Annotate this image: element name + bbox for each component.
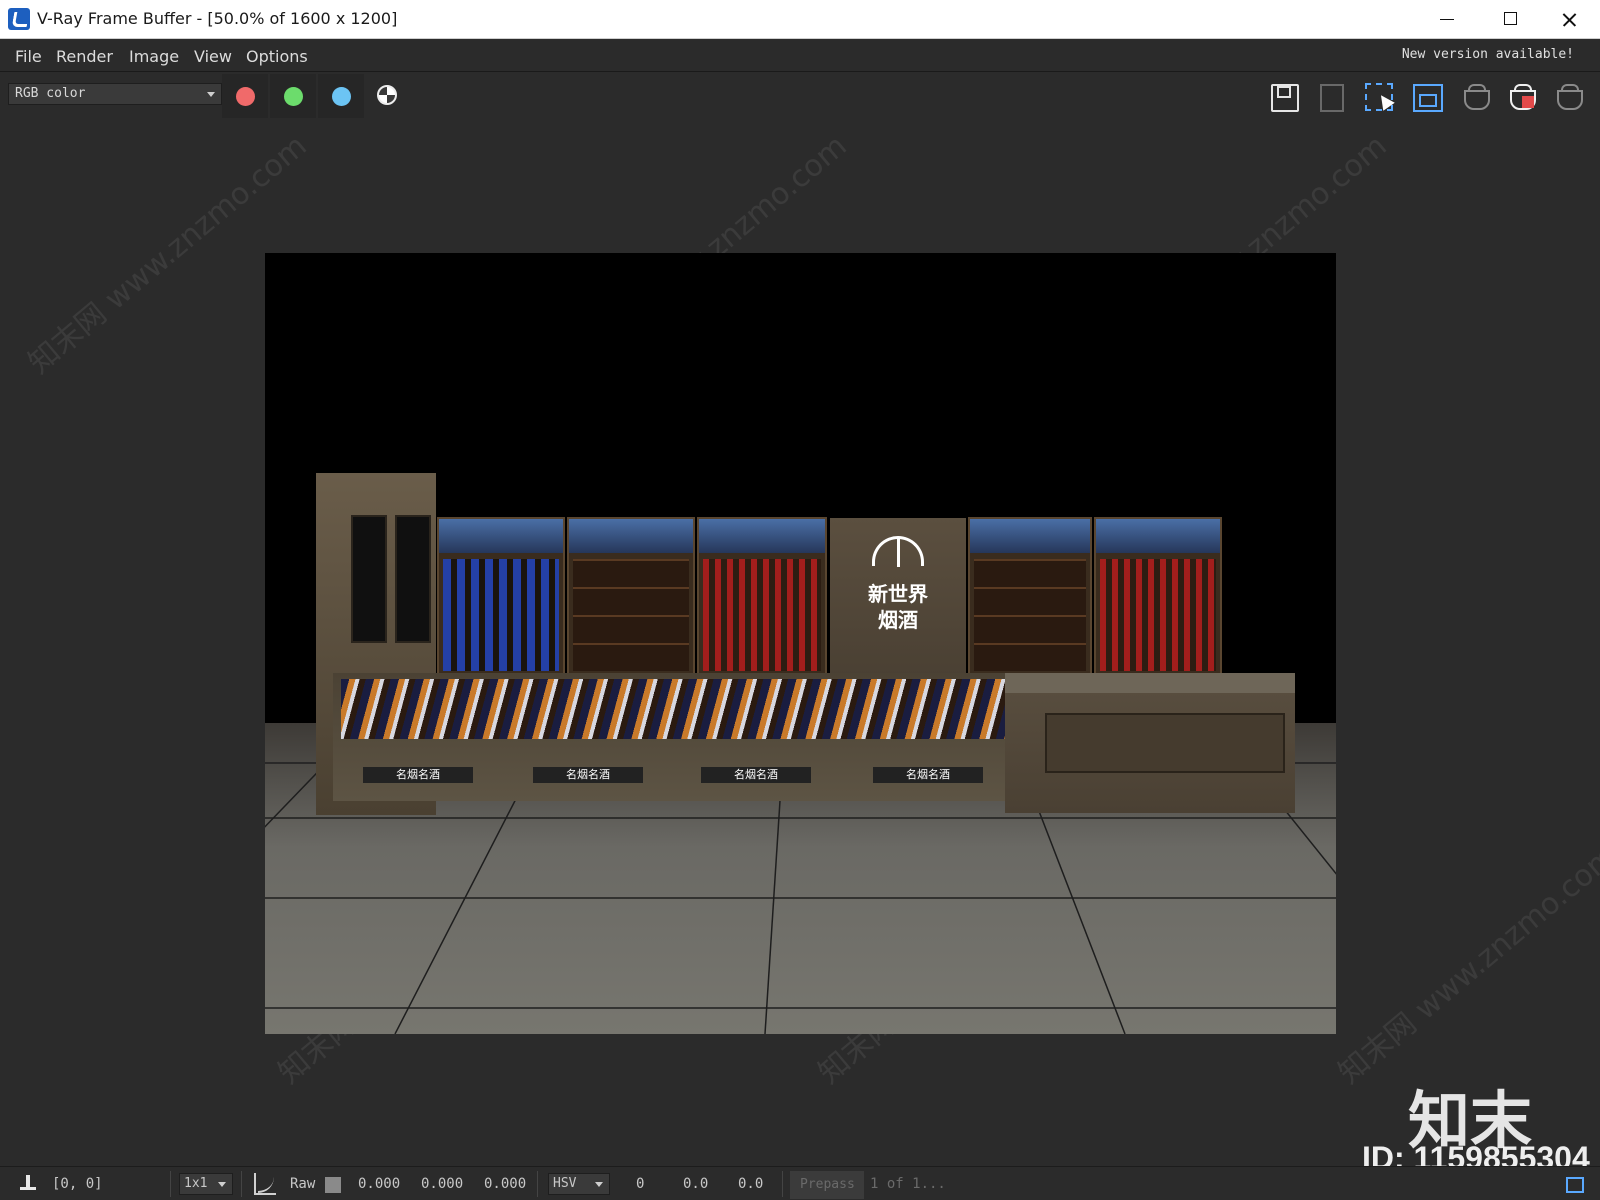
log-icon[interactable] xyxy=(1566,1177,1584,1193)
minimize-button[interactable] xyxy=(1418,0,1480,39)
red-dot-icon xyxy=(236,87,255,106)
globe-logo-icon xyxy=(872,536,924,567)
menu-options[interactable]: Options xyxy=(246,47,308,66)
blue-value: 0.000 xyxy=(484,1176,527,1192)
watermark-text: 知末网 www.znzmo.com xyxy=(1332,838,1600,1091)
store-name-line2: 烟酒 xyxy=(878,608,918,632)
curve-icon[interactable] xyxy=(254,1173,276,1195)
channel-select-value: RGB color xyxy=(15,86,86,101)
value-value: 0.0 xyxy=(738,1176,764,1192)
green-channel-button[interactable] xyxy=(270,74,316,118)
counter-sign: 名烟名酒 xyxy=(363,767,473,783)
green-dot-icon xyxy=(284,87,303,106)
glass-display-counter: 名烟名酒 名烟名酒 名烟名酒 名烟名酒 xyxy=(333,673,1013,801)
new-version-link[interactable]: New version available! xyxy=(1402,47,1574,62)
chevron-down-icon xyxy=(218,1182,226,1187)
clear-image-icon[interactable] xyxy=(1314,80,1348,114)
color-swatch xyxy=(325,1177,341,1193)
menu-board xyxy=(351,515,387,643)
track-mouse-icon[interactable] xyxy=(1410,80,1444,114)
counter-sign: 名烟名酒 xyxy=(873,767,983,783)
raw-label: Raw xyxy=(290,1176,316,1192)
divider xyxy=(782,1171,783,1197)
store-sign-panel: 新世界 烟酒 xyxy=(830,518,966,678)
zoom-select[interactable]: 1x1 xyxy=(179,1173,233,1195)
status-bar: [0, 0] 1x1 Raw 0.000 0.000 0.000 HSV 0 0… xyxy=(0,1166,1600,1200)
display-shelf xyxy=(567,517,695,677)
red-channel-button[interactable] xyxy=(222,74,268,118)
display-shelf xyxy=(697,517,827,677)
red-value: 0.000 xyxy=(358,1176,401,1192)
shelf-products xyxy=(573,559,689,671)
region-render-icon[interactable] xyxy=(1362,80,1396,114)
chevron-down-icon xyxy=(595,1182,603,1187)
green-value: 0.000 xyxy=(421,1176,464,1192)
counter-sign: 名烟名酒 xyxy=(701,767,811,783)
vray-app-icon xyxy=(8,8,30,30)
shelf-products xyxy=(443,559,559,671)
shelf-products xyxy=(703,559,821,671)
divider xyxy=(537,1171,538,1197)
render-icon[interactable] xyxy=(1551,80,1585,114)
stop-square-icon xyxy=(1522,96,1534,108)
desk-front xyxy=(1045,713,1285,773)
rendered-image: 新世界 烟酒 名烟名酒 名烟名酒 名烟名酒 名烟名酒 xyxy=(265,253,1336,1034)
shelf-banner xyxy=(699,519,825,553)
menu-bar: File Render Image View Options New versi… xyxy=(0,40,1600,72)
saturation-value: 0.0 xyxy=(683,1176,709,1192)
monochrome-icon[interactable] xyxy=(377,85,397,105)
window-title: V-Ray Frame Buffer - [50.0% of 1600 x 12… xyxy=(37,9,398,28)
menu-render[interactable]: Render xyxy=(56,47,113,66)
display-shelf xyxy=(1094,517,1222,677)
save-icon[interactable] xyxy=(1268,80,1302,114)
pin-icon[interactable] xyxy=(18,1173,38,1193)
menu-view[interactable]: View xyxy=(194,47,232,66)
maximize-button[interactable] xyxy=(1480,0,1542,39)
shelf-products xyxy=(974,559,1086,671)
shelf-banner xyxy=(970,519,1090,553)
color-space-select[interactable]: HSV xyxy=(548,1173,610,1195)
desk-top xyxy=(1005,673,1295,693)
zoom-select-value: 1x1 xyxy=(184,1176,208,1191)
channel-select[interactable]: RGB color xyxy=(8,83,222,105)
pixel-coords: [0, 0] xyxy=(52,1176,103,1192)
blue-channel-button[interactable] xyxy=(318,74,364,118)
menu-file[interactable]: File xyxy=(15,47,42,66)
menu-image[interactable]: Image xyxy=(129,47,179,66)
render-last-icon[interactable] xyxy=(1458,80,1492,114)
toolbar: RGB color xyxy=(0,73,1600,119)
stop-render-icon[interactable] xyxy=(1504,80,1538,114)
counter-sign: 名烟名酒 xyxy=(533,767,643,783)
shelf-banner xyxy=(1096,519,1220,553)
chevron-down-icon xyxy=(207,92,215,97)
shelf-products xyxy=(1100,559,1216,671)
title-bar: V-Ray Frame Buffer - [50.0% of 1600 x 12… xyxy=(0,0,1600,39)
store-name-line1: 新世界 xyxy=(868,582,928,606)
hue-value: 0 xyxy=(636,1176,645,1192)
display-shelf xyxy=(968,517,1092,677)
display-shelf xyxy=(437,517,565,677)
progress-text: 1 of 1... xyxy=(870,1176,946,1192)
shelf-banner xyxy=(569,519,693,553)
shelf-banner xyxy=(439,519,563,553)
close-button[interactable] xyxy=(1540,0,1600,39)
color-space-value: HSV xyxy=(553,1176,577,1191)
divider xyxy=(170,1171,171,1197)
divider xyxy=(241,1171,242,1197)
prepass-progress: Prepass xyxy=(790,1171,864,1199)
cashier-desk xyxy=(1005,673,1295,813)
menu-board xyxy=(395,515,431,643)
blue-dot-icon xyxy=(332,87,351,106)
counter-glass-top xyxy=(341,679,1005,739)
